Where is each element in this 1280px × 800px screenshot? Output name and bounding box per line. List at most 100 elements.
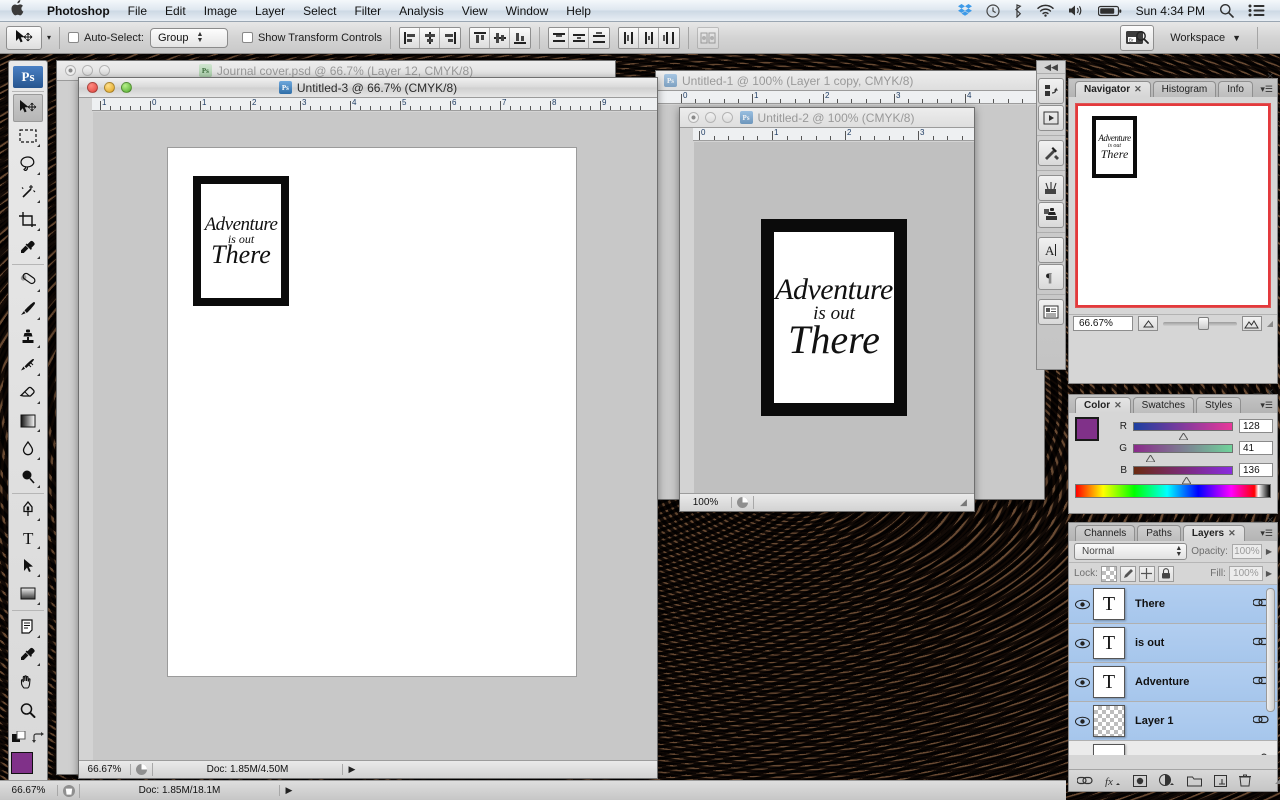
move-tool-icon[interactable]: [13, 94, 43, 122]
panel-window-controls[interactable]: — ✕: [1253, 387, 1274, 398]
distribute-vertical-centers-icon[interactable]: [569, 27, 590, 48]
layer-row-adventure[interactable]: T Adventure: [1069, 663, 1277, 702]
doc-info-icon[interactable]: [732, 496, 754, 509]
brush-icon[interactable]: [13, 295, 43, 323]
gradient-icon[interactable]: [13, 407, 43, 435]
volume-icon[interactable]: [1061, 4, 1091, 17]
zoom-in-icon[interactable]: [1241, 316, 1262, 331]
menu-help[interactable]: Help: [557, 4, 600, 18]
delete-layer-icon[interactable]: [1239, 774, 1251, 787]
distribute-right-edges-icon[interactable]: [659, 27, 680, 48]
color-panel-swatches[interactable]: [1075, 417, 1111, 449]
play-arrow-icon[interactable]: ▶: [343, 764, 361, 775]
layer-name[interactable]: Background: [1125, 754, 1259, 755]
type-T-icon[interactable]: T: [13, 524, 43, 552]
close-icon[interactable]: ✕: [1228, 528, 1236, 539]
opacity-slider-arrow-icon[interactable]: ▶: [1266, 547, 1272, 556]
menu-window[interactable]: Window: [497, 4, 558, 18]
magic-wand-icon[interactable]: [13, 178, 43, 206]
layer-thumbnail[interactable]: T: [1093, 666, 1125, 698]
rectangle-shape-icon[interactable]: [13, 580, 43, 608]
titlebar-untitled-2[interactable]: Ps Untitled-2 @ 100% (CMYK/8): [680, 108, 974, 128]
panel-menu-icon[interactable]: ▾☰: [1260, 84, 1273, 95]
titlebar-untitled-3[interactable]: Ps Untitled-3 @ 66.7% (CMYK/8): [79, 78, 657, 98]
slider-knob[interactable]: [1144, 453, 1156, 462]
layer-thumbnail[interactable]: [1093, 744, 1125, 755]
minimize-icon[interactable]: —: [1253, 72, 1262, 82]
close-icon[interactable]: ✕: [1266, 71, 1274, 82]
layer-row-background[interactable]: Background: [1069, 741, 1277, 755]
tool-preset-chevron-icon[interactable]: ▾: [47, 33, 51, 42]
layer-visibility-icon[interactable]: [1071, 638, 1093, 649]
layer-visibility-icon[interactable]: [1071, 755, 1093, 756]
bridge-icon[interactable]: Br: [1120, 24, 1155, 51]
resize-grip-icon[interactable]: ◢: [1267, 319, 1273, 328]
minimize-icon[interactable]: —: [1253, 388, 1262, 398]
show-transform-checkbox[interactable]: [241, 32, 253, 43]
menu-photoshop[interactable]: Photoshop: [38, 4, 119, 18]
align-right-edges-icon[interactable]: [440, 27, 461, 48]
layer-visibility-icon[interactable]: [1071, 599, 1093, 610]
history-icon[interactable]: [1038, 78, 1064, 104]
search-icon[interactable]: [1212, 3, 1241, 18]
panel-menu-icon[interactable]: ▾☰: [1260, 400, 1273, 411]
dropbox-icon[interactable]: [951, 4, 979, 17]
distribute-left-edges-icon[interactable]: [619, 27, 640, 48]
default-colors-icon[interactable]: [11, 730, 27, 748]
document-window-untitled-3[interactable]: Ps Untitled-3 @ 66.7% (CMYK/8) 101234567…: [78, 77, 658, 779]
menu-edit[interactable]: Edit: [156, 4, 195, 18]
align-bottom-edges-icon[interactable]: [510, 27, 531, 48]
slider-knob[interactable]: [1178, 431, 1189, 440]
align-vertical-centers-icon[interactable]: [490, 27, 511, 48]
wifi-icon[interactable]: [1030, 4, 1061, 17]
close-icon[interactable]: ✕: [1266, 387, 1274, 398]
layer-thumbnail[interactable]: [1093, 705, 1125, 737]
tab-paths[interactable]: Paths: [1137, 525, 1181, 541]
menu-layer[interactable]: Layer: [246, 4, 294, 18]
layer-thumbnail[interactable]: T: [1093, 627, 1125, 659]
channel-value-b[interactable]: 136: [1239, 463, 1273, 477]
link-layers-icon[interactable]: [1077, 776, 1093, 785]
tab-styles[interactable]: Styles: [1196, 397, 1242, 413]
foreground-color-swatch[interactable]: [11, 752, 33, 774]
tool-presets-icon[interactable]: [1038, 140, 1064, 166]
lock-transparency-icon[interactable]: [1100, 565, 1117, 582]
layer-row-there[interactable]: T There: [1069, 585, 1277, 624]
layer-thumbnail[interactable]: T: [1093, 588, 1125, 620]
minimize-icon[interactable]: —: [1253, 516, 1262, 526]
navigator-zoom-input[interactable]: 66.67%: [1073, 316, 1133, 331]
blur-drop-icon[interactable]: [13, 435, 43, 463]
bluetooth-icon[interactable]: [1007, 3, 1030, 18]
timemachine-icon[interactable]: [979, 3, 1007, 18]
close-icon[interactable]: ✕: [1134, 84, 1142, 95]
channel-value-g[interactable]: 41: [1239, 441, 1273, 455]
eraser-icon[interactable]: [13, 379, 43, 407]
notification-center-icon[interactable]: [1241, 4, 1272, 17]
doc-info-icon[interactable]: [131, 763, 153, 776]
align-horizontal-centers-icon[interactable]: [420, 27, 441, 48]
actions-play-icon[interactable]: [1038, 105, 1064, 131]
tab-info[interactable]: Info: [1218, 81, 1253, 97]
menu-view[interactable]: View: [453, 4, 497, 18]
layer-name[interactable]: There: [1125, 598, 1253, 610]
channel-slider-r[interactable]: [1133, 421, 1233, 440]
rectangular-marquee-icon[interactable]: [13, 122, 43, 150]
layer-mask-icon[interactable]: [1133, 774, 1147, 787]
color-spectrum-ramp[interactable]: [1075, 484, 1271, 498]
navigator-thumbnail[interactable]: Adventure is out There: [1075, 103, 1271, 308]
app-zoom-level[interactable]: 66.67%: [0, 785, 58, 796]
tab-channels[interactable]: Channels: [1075, 525, 1136, 541]
distribute-top-edges-icon[interactable]: [549, 27, 570, 48]
dodge-burn-icon[interactable]: [13, 463, 43, 491]
new-layer-icon[interactable]: [1214, 774, 1227, 787]
crop-icon[interactable]: [13, 206, 43, 234]
tab-navigator[interactable]: Navigator ✕: [1075, 81, 1151, 97]
layer-name[interactable]: Adventure: [1125, 676, 1253, 688]
zoom-level-untitled-2[interactable]: 100%: [680, 497, 732, 508]
tab-layers[interactable]: Layers ✕: [1182, 525, 1245, 541]
play-arrow-icon[interactable]: ▶: [280, 785, 298, 796]
fill-slider-arrow-icon[interactable]: ▶: [1266, 569, 1272, 578]
fill-value[interactable]: 100%: [1228, 566, 1263, 581]
panel-window-controls[interactable]: — ✕: [1253, 515, 1274, 526]
channel-value-r[interactable]: 128: [1239, 419, 1273, 433]
